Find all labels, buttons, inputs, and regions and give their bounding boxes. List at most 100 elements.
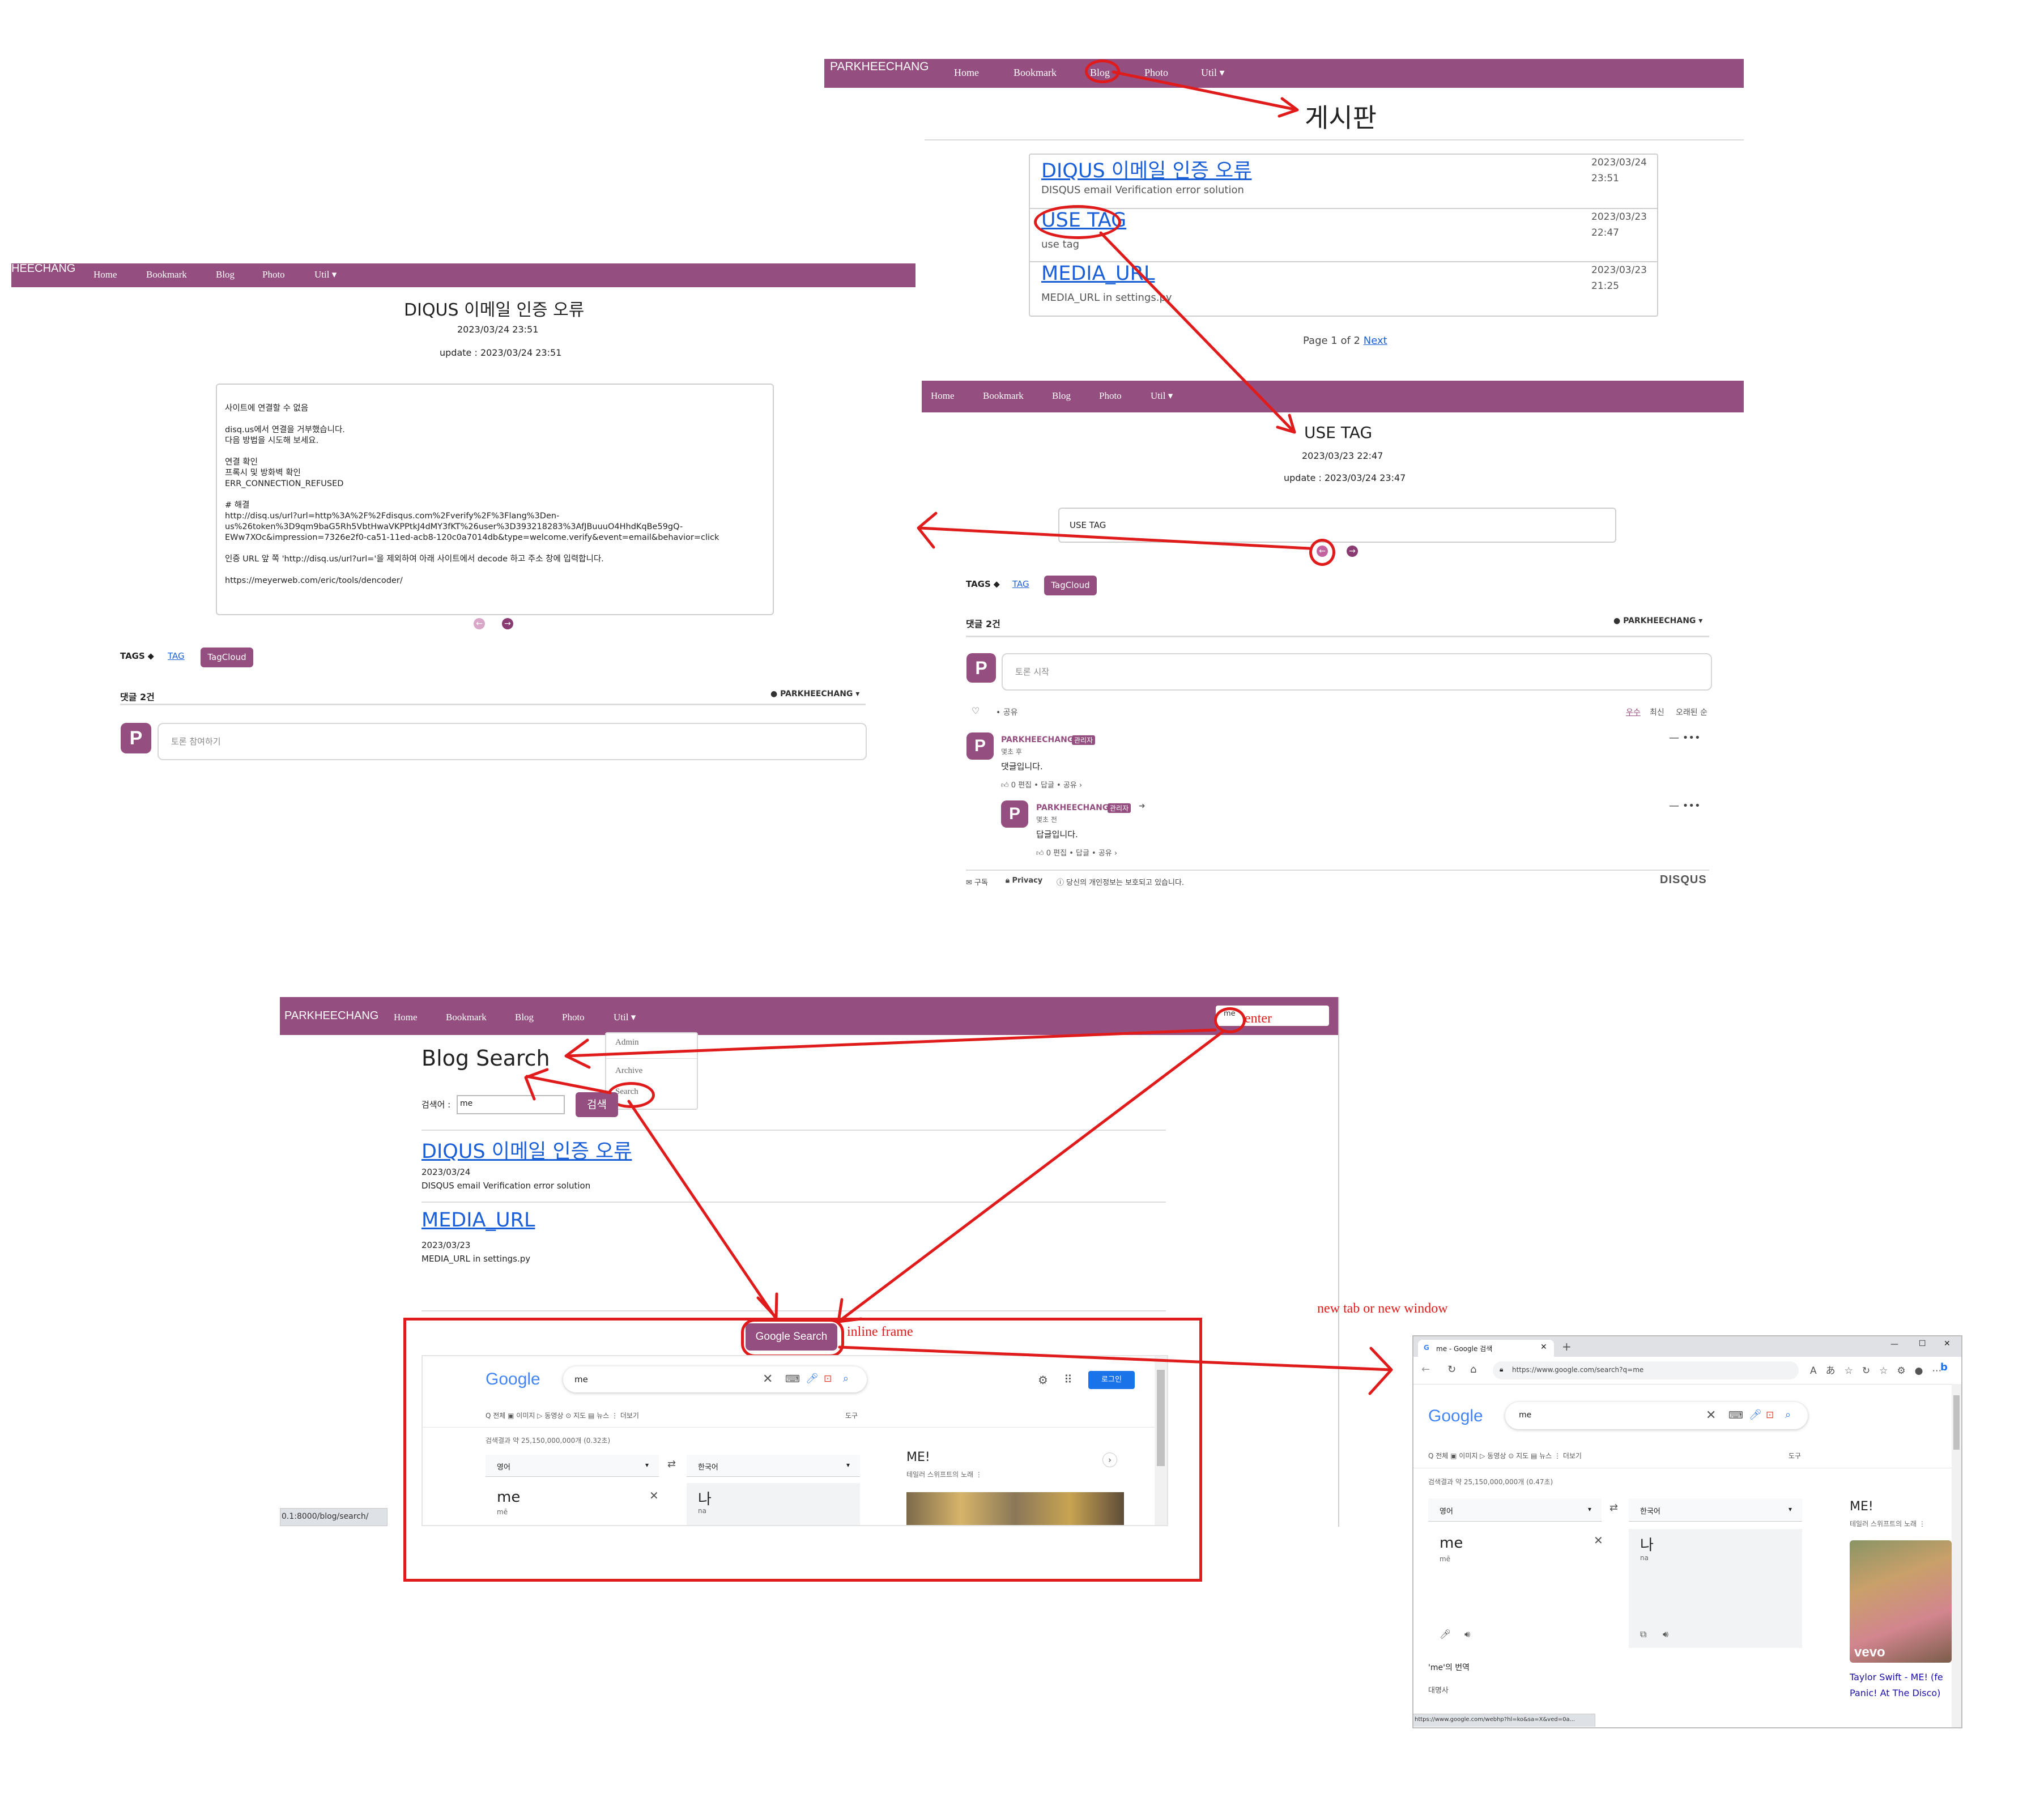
disqus-account[interactable]: ● PARKHEECHANG ▾ [770, 689, 859, 698]
kp-thumbnail-image[interactable] [906, 1492, 1124, 1525]
toolbar-icons[interactable]: Aあ☆↻☆⚙●⋯ [1810, 1362, 1951, 1377]
camera-icon[interactable]: ⊡ [824, 1373, 832, 1385]
google-tabs[interactable]: Q 전체 ▣ 이미지 ▷ 동영상 ⊙ 지도 ▤ 뉴스 ⋮ 더보기 [486, 1411, 639, 1420]
nav-blog[interactable]: Blog [1052, 390, 1071, 402]
clear-source-icon[interactable]: ✕ [1594, 1534, 1603, 1547]
speaker-icon[interactable]: 🔊︎ [1464, 1629, 1470, 1640]
query-input[interactable]: me [457, 1095, 565, 1114]
google-login-button[interactable]: 로그인 [1088, 1371, 1135, 1389]
keyboard-icon[interactable]: ⌨ [1728, 1409, 1743, 1421]
heart-icon[interactable]: ♡ [972, 705, 980, 716]
next-post-icon[interactable]: → [502, 618, 513, 629]
clear-source-icon[interactable]: ✕ [649, 1489, 659, 1502]
dropdown-admin[interactable]: Admin [615, 1038, 639, 1047]
video-thumbnail-image[interactable]: vevo [1850, 1540, 1952, 1663]
disqus-account[interactable]: ● PARKHEECHANG ▾ [1613, 616, 1702, 625]
tagcloud-button[interactable]: TagCloud [1044, 576, 1097, 595]
result-title[interactable]: MEDIA_URL [421, 1209, 535, 1232]
frame-scrollbar-thumb[interactable] [1157, 1370, 1165, 1466]
keyboard-icon[interactable]: ⌨ [785, 1373, 800, 1385]
google-search-bar[interactable]: me ✕ ⌨ 🎤︎ ⊡ ⌕ [1505, 1402, 1808, 1429]
comment-input[interactable]: 토론 시작 [1002, 653, 1712, 691]
sort-best[interactable]: 우수 [1626, 706, 1641, 718]
bing-icon[interactable]: b [1940, 1361, 1948, 1373]
address-bar[interactable]: 🔒︎ https://www.google.com/search?q=me [1493, 1361, 1799, 1379]
comment-menu-icon[interactable]: — ••• [1669, 800, 1701, 812]
google-logo[interactable]: Google [486, 1370, 540, 1389]
window-scrollbar-thumb[interactable] [1953, 1395, 1960, 1450]
brand-link[interactable]: PARKHEECHANG [830, 60, 929, 74]
speaker-icon[interactable]: 🔊︎ [1663, 1629, 1668, 1640]
mic-icon[interactable]: 🎤︎ [806, 1373, 819, 1385]
nav-bookmark[interactable]: Bookmark [446, 1012, 487, 1023]
nav-photo[interactable]: Photo [262, 269, 285, 280]
more-vert-icon[interactable]: ⋮ [1919, 1520, 1926, 1528]
comment-input[interactable]: 토론 참여하기 [157, 723, 867, 760]
tag-link[interactable]: TAG [1012, 579, 1029, 589]
target-lang-select[interactable]: 한국어 ▾ [687, 1455, 860, 1477]
kp-next-icon[interactable]: › [1102, 1453, 1117, 1467]
google-tools[interactable]: 도구 [845, 1411, 858, 1420]
target-lang-select[interactable]: 한국어 ▾ [1629, 1498, 1802, 1522]
google-tools[interactable]: 도구 [1788, 1451, 1801, 1460]
source-lang-select[interactable]: 영어 ▾ [1428, 1498, 1602, 1522]
home-icon[interactable]: ⌂ [1470, 1364, 1476, 1375]
nav-util[interactable]: Util ▾ [1151, 390, 1173, 402]
clear-icon[interactable]: ✕ [1706, 1408, 1716, 1422]
settings-gear-icon[interactable]: ⚙ [1038, 1373, 1048, 1387]
nav-photo[interactable]: Photo [1099, 390, 1122, 402]
nav-home[interactable]: Home [394, 1012, 418, 1023]
search-submit-button[interactable]: 검색 [576, 1092, 618, 1117]
avatar[interactable]: P [966, 732, 994, 760]
nav-bookmark[interactable]: Bookmark [1014, 67, 1057, 79]
browser-tab[interactable]: G me - Google 검색 ✕ [1418, 1340, 1554, 1357]
frame-scrollbar[interactable] [1155, 1356, 1167, 1525]
pagination-next[interactable]: Next [1364, 335, 1387, 347]
prev-post-icon[interactable]: ← [474, 618, 485, 629]
search-icon[interactable]: ⌕ [843, 1373, 849, 1385]
board-row[interactable]: MEDIA_URL MEDIA_URL in settings.py 2023/… [1030, 262, 1657, 314]
board-post-title[interactable]: MEDIA_URL [1041, 262, 1155, 285]
maximize-icon[interactable]: ☐ [1919, 1339, 1926, 1348]
tab-close-icon[interactable]: ✕ [1540, 1343, 1547, 1352]
brand-link[interactable]: PARKHEECHANG [284, 1010, 378, 1023]
upvote-icon[interactable]: 👍︎ [1036, 849, 1044, 858]
search-icon[interactable]: ⌕ [1785, 1409, 1791, 1421]
disqus-privacy[interactable]: 🔒︎ Privacy [1006, 876, 1042, 885]
camera-icon[interactable]: ⊡ [1766, 1409, 1774, 1421]
apps-grid-icon[interactable]: ⠿ [1064, 1373, 1072, 1386]
comment-actions[interactable]: 👍︎ 0 편집 • 답글 • 공유 › [1036, 847, 1117, 858]
avatar[interactable]: P [1001, 800, 1028, 828]
board-post-title[interactable]: DIQUS 이메일 인증 오류 [1041, 155, 1251, 184]
comment-actions[interactable]: 👍︎ 0 편집 • 답글 • 공유 › [1001, 779, 1082, 790]
brand-link[interactable]: HEECHANG [11, 262, 75, 275]
nav-bookmark[interactable]: Bookmark [983, 390, 1024, 402]
swap-icon[interactable]: ⇄ [667, 1458, 676, 1470]
google-tabs[interactable]: Q 전체 ▣ 이미지 ▷ 동영상 ⊙ 지도 ▤ 뉴스 ⋮ 더보기 [1428, 1451, 1582, 1460]
nav-home[interactable]: Home [93, 269, 117, 280]
reload-icon[interactable]: ↻ [1447, 1364, 1456, 1375]
avatar[interactable]: P [966, 653, 996, 683]
disqus-logo[interactable]: DISQUS [1660, 874, 1707, 887]
window-scrollbar[interactable] [1952, 1384, 1961, 1727]
share-link[interactable]: • 공유 [996, 706, 1017, 718]
google-search-bar[interactable]: me ✕ ⌨ 🎤︎ ⊡ ⌕ [563, 1366, 867, 1392]
tagcloud-button[interactable]: TagCloud [201, 648, 253, 667]
nav-photo[interactable]: Photo [562, 1012, 585, 1023]
nav-photo[interactable]: Photo [1144, 67, 1168, 79]
nav-util[interactable]: Util ▾ [314, 269, 337, 280]
disqus-subscribe[interactable]: ✉ 구독 [966, 876, 988, 887]
sort-oldest[interactable]: 오래된 순 [1676, 706, 1707, 718]
next-post-icon[interactable]: → [1347, 546, 1358, 557]
mic-icon[interactable]: 🎤︎ [1749, 1409, 1762, 1421]
comment-author[interactable]: PARKHEECHANG [1036, 803, 1109, 812]
nav-blog[interactable]: Blog [216, 269, 235, 280]
upvote-icon[interactable]: 👍︎ [1001, 781, 1009, 790]
board-row[interactable]: USE TAG use tag 2023/03/23 22:47 [1030, 209, 1657, 262]
new-tab-icon[interactable]: + [1562, 1340, 1572, 1353]
nav-home[interactable]: Home [931, 390, 955, 402]
video-caption[interactable]: Taylor Swift - ME! (fe [1850, 1672, 1943, 1683]
comment-menu-icon[interactable]: — ••• [1669, 732, 1701, 744]
board-row[interactable]: DIQUS 이메일 인증 오류 DISQUS email Verificatio… [1030, 155, 1657, 209]
result-title[interactable]: DIQUS 이메일 인증 오류 [421, 1135, 632, 1164]
